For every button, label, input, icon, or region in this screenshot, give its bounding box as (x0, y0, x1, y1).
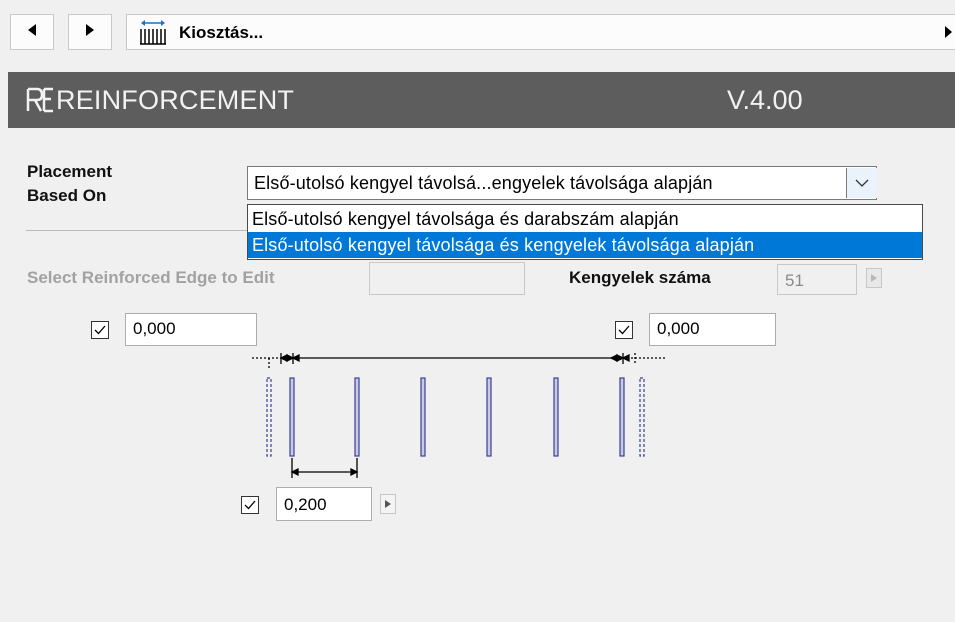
plugin-header: REINFORCEMENT V.4.00 (8, 72, 955, 128)
toolbar-title-field[interactable]: Kiosztás... (126, 14, 955, 50)
scroll-right-icon[interactable] (943, 25, 953, 44)
triangle-right-icon (84, 23, 96, 42)
forward-button[interactable] (68, 14, 112, 50)
section-divider (26, 230, 256, 231)
edge-label: Select Reinforced Edge to Edit (27, 268, 275, 287)
stirrups (289, 377, 625, 457)
spacing-stepper-button[interactable] (380, 494, 396, 514)
right-offset-checkbox[interactable] (615, 321, 633, 339)
right-offset-value: 0,000 (657, 319, 700, 338)
count-stepper-button (866, 268, 882, 288)
spacing-input[interactable]: 0,200 (276, 487, 372, 521)
stirrup-distribution-icon (133, 18, 173, 51)
triangle-left-icon (26, 23, 38, 42)
rf-logo (26, 87, 54, 118)
placement-select-value: Első-utolsó kengyel távolsá...engyelek t… (254, 173, 713, 193)
right-offset-input[interactable]: 0,000 (649, 313, 776, 346)
count-label: Kengyelek száma (569, 268, 711, 287)
count-value: 51 (785, 271, 804, 290)
left-offset-input[interactable]: 0,000 (125, 313, 257, 346)
placement-label-line2: Based On (27, 186, 107, 205)
dropdown-option-highlighted[interactable]: Első-utolsó kengyel távolsága és kengyel… (248, 232, 922, 258)
placement-label-line1: Placement (27, 162, 113, 181)
dropdown-option[interactable]: Első-utolsó kengyel távolsága és darabsz… (248, 206, 922, 232)
plugin-version: V.4.00 (727, 85, 803, 115)
spacing-value: 0,200 (284, 495, 327, 514)
left-offset-value: 0,000 (133, 319, 176, 338)
plugin-title: REINFORCEMENT (56, 85, 295, 115)
toolbar-title: Kiosztás... (179, 23, 264, 42)
back-button[interactable] (10, 14, 54, 50)
stirrup-diagram (252, 353, 666, 478)
toolbar: Kiosztás... (0, 0, 955, 64)
placement-select[interactable]: Első-utolsó kengyel távolsá...engyelek t… (247, 166, 877, 200)
spacing-checkbox[interactable] (241, 496, 259, 514)
edge-field (369, 262, 525, 295)
count-field: 51 (777, 264, 857, 295)
spacing-dimension (290, 458, 359, 478)
overall-dimension (252, 353, 666, 370)
placement-dropdown-list: Első-utolsó kengyel távolsága és darabsz… (247, 204, 923, 260)
left-offset-checkbox[interactable] (91, 321, 109, 339)
offset-stirrups (266, 377, 645, 457)
chevron-down-icon[interactable] (846, 168, 877, 198)
